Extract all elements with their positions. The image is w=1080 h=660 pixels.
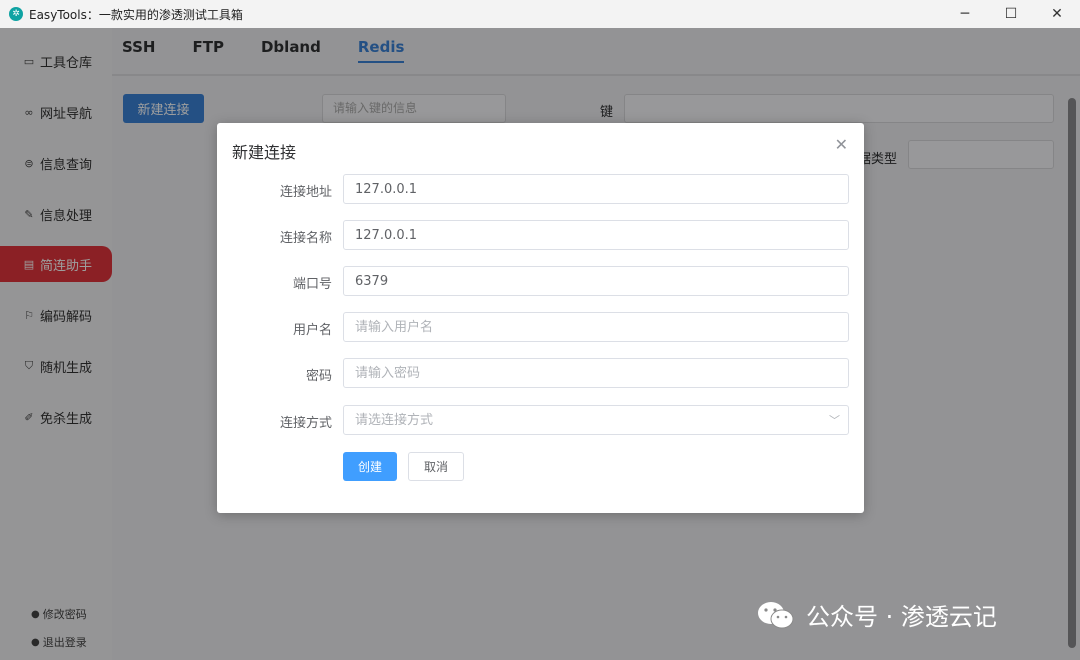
username-input[interactable] xyxy=(343,312,849,342)
watermark-text: 公众号 · 渗透云记 xyxy=(806,603,997,631)
title-bar: ✲ EasyTools：一款实用的渗透测试工具箱 ─ ☐ ✕ xyxy=(0,0,1080,28)
password-label: 密码 xyxy=(305,369,332,384)
password-input[interactable] xyxy=(343,358,849,388)
address-input[interactable] xyxy=(343,174,849,204)
window-controls: ─ ☐ ✕ xyxy=(942,0,1080,28)
minimize-button[interactable]: ─ xyxy=(942,0,988,28)
watermark: 公众号 · 渗透云记 xyxy=(756,597,997,632)
form-row-port: 端口号 xyxy=(217,266,864,296)
method-label: 连接方式 xyxy=(279,416,332,431)
wechat-icon xyxy=(758,601,794,628)
app-logo-icon: ✲ xyxy=(9,7,23,21)
window-title: EasyTools：一款实用的渗透测试工具箱 xyxy=(29,7,243,22)
new-connection-dialog: 新建连接 ✕ 连接地址 连接名称 端口号 用户名 密码 连接方式 ﹀ 创建 取消 xyxy=(217,123,864,513)
port-input[interactable] xyxy=(343,266,849,296)
maximize-button[interactable]: ☐ xyxy=(988,0,1034,28)
create-button[interactable]: 创建 xyxy=(343,452,397,481)
name-label: 连接名称 xyxy=(279,231,332,246)
dialog-title: 新建连接 xyxy=(232,143,297,162)
chevron-down-icon[interactable]: ﹀ xyxy=(829,412,840,428)
username-label: 用户名 xyxy=(292,323,332,338)
close-window-button[interactable]: ✕ xyxy=(1034,0,1080,28)
cancel-button[interactable]: 取消 xyxy=(408,452,464,481)
form-row-username: 用户名 xyxy=(217,312,864,342)
form-row-name: 连接名称 xyxy=(217,220,864,250)
form-row-password: 密码 xyxy=(217,358,864,388)
form-row-method: 连接方式 ﹀ xyxy=(217,405,864,435)
close-icon[interactable]: ✕ xyxy=(835,135,848,154)
form-row-address: 连接地址 xyxy=(217,174,864,204)
port-label: 端口号 xyxy=(292,277,332,292)
address-label: 连接地址 xyxy=(279,185,332,200)
name-input[interactable] xyxy=(343,220,849,250)
connection-method-select[interactable] xyxy=(343,405,849,435)
